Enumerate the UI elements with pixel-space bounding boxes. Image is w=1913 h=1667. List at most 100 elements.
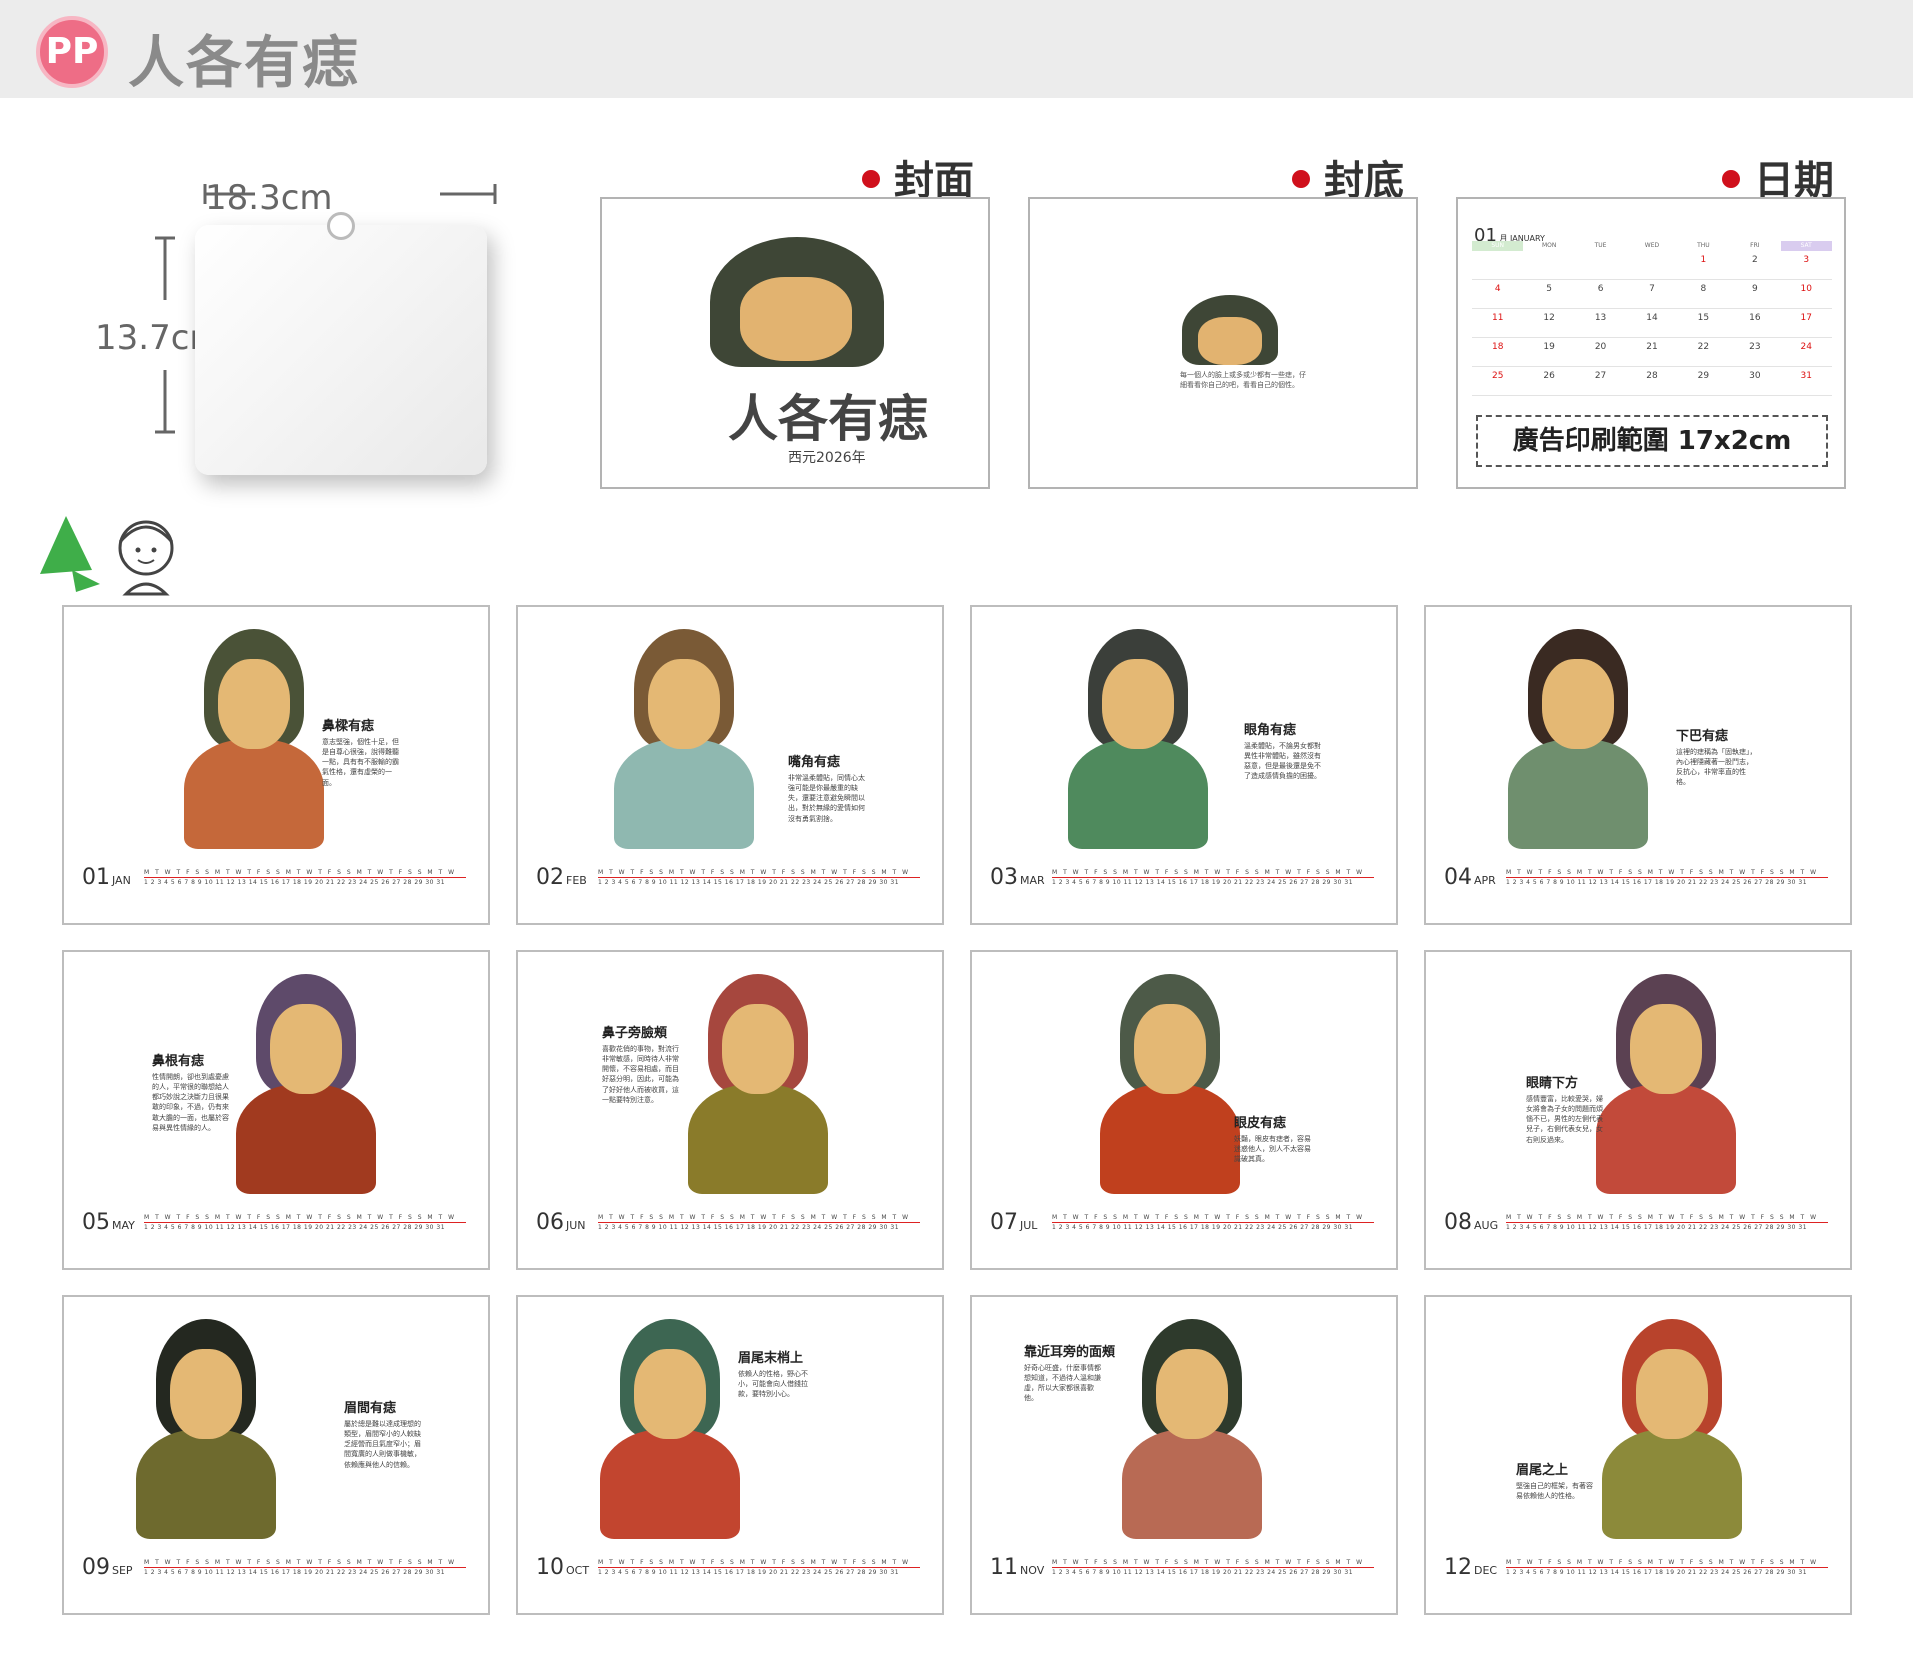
date-strip: M T W T F S S M T W T F S S M T W T F S … <box>1052 1559 1374 1585</box>
day-numbers: 1 2 3 4 5 6 7 8 9 10 11 12 13 14 15 16 1… <box>598 1569 900 1576</box>
mole-title: 眼睛下方 <box>1526 1076 1579 1091</box>
tree-and-girl-doodle-icon <box>40 516 174 596</box>
month-number: 08 AUG <box>1444 1210 1499 1235</box>
red-rule <box>1506 877 1828 878</box>
back-description: 每一個人的臉上或多或少都有一些痣，仔細看看你自己的吧，看看自己的個性。 <box>1180 371 1306 389</box>
mole-description: 溫柔體貼，不論男女都對異性非常體貼，雖然沒有惡意，但是最後還是免不了造成感情負擔… <box>1244 742 1321 781</box>
mole-description: 感情豐富，比較愛哭，婦女將會為子女的問題而煩惱不已，男性的左側代表兒子，右側代表… <box>1526 1095 1603 1144</box>
weekday-letters: M T W T F S S M T W T F S S M T W T F S … <box>598 1214 911 1221</box>
character-body <box>236 1084 376 1194</box>
mole-title: 鼻樑有痣 <box>322 719 375 734</box>
character-body <box>1602 1429 1742 1539</box>
character-face <box>634 1349 706 1439</box>
week-row: 25 26 27 28 29 30 31 <box>1472 367 1832 396</box>
cover-title: 人各有痣 <box>728 389 928 448</box>
mole-description: 屬於總是難以達成理想的類型，眉間窄小的人較缺乏經營而且氣度窄小；眉間寬廣的人則做… <box>344 1420 421 1469</box>
mole-description: 堅強自己的框架，有著容易依賴他人的性格。 <box>1516 1482 1593 1501</box>
weekday-letters: M T W T F S S M T W T F S S M T W T F S … <box>1052 1214 1365 1221</box>
character-face <box>1134 1004 1206 1094</box>
weekday-letters: M T W T F S S M T W T F S S M T W T F S … <box>598 869 911 876</box>
character-face <box>1102 659 1174 749</box>
mole-title: 鼻子旁臉頰 <box>602 1026 668 1041</box>
date-strip: M T W T F S S M T W T F S S M T W T F S … <box>1506 1214 1828 1240</box>
day-numbers: 1 2 3 4 5 6 7 8 9 10 11 12 13 14 15 16 1… <box>1506 879 1808 886</box>
day-numbers: 1 2 3 4 5 6 7 8 9 10 11 12 13 14 15 16 1… <box>144 879 446 886</box>
red-rule <box>1506 1567 1828 1568</box>
cover-preview: 人各有痣 西元2026年 <box>600 197 990 489</box>
month-card-feb: 嘴角有痣非常溫柔體貼，同情心太強可能是你最嚴重的缺失，還要注意避免瞬間以出，對於… <box>516 605 944 925</box>
character-face <box>170 1349 242 1439</box>
weekday-letters: M T W T F S S M T W T F S S M T W T F S … <box>144 1214 457 1221</box>
character-body <box>184 739 324 849</box>
red-dot-icon <box>1292 170 1310 188</box>
date-strip: M T W T F S S M T W T F S S M T W T F S … <box>1506 869 1828 895</box>
mole-title: 靠近耳旁的面頰 <box>1024 1345 1116 1360</box>
red-rule <box>598 1567 920 1568</box>
red-rule <box>598 877 920 878</box>
hanger-hole-icon <box>327 212 355 240</box>
red-rule <box>1052 1222 1374 1223</box>
mole-title: 眉間有痣 <box>344 1401 397 1416</box>
month-number: 06 JUN <box>536 1210 586 1235</box>
header-bar: PP 人各有痣 <box>0 0 1913 98</box>
month-number: 01 JAN <box>82 865 131 890</box>
month-number: 12 DEC <box>1444 1555 1498 1580</box>
date-strip: M T W T F S S M T W T F S S M T W T F S … <box>1052 1214 1374 1240</box>
dates-preview: 01 月 JANUARY SUN MON TUE WED THU FRI SAT… <box>1456 197 1846 489</box>
product-sample: 18.3cm 13.7cm <box>95 170 585 500</box>
mole-title: 下巴有痣 <box>1676 729 1729 744</box>
mole-title: 眉尾末梢上 <box>738 1351 804 1366</box>
mole-title: 嘴角有痣 <box>788 755 841 770</box>
month-number: 09 SEP <box>82 1555 133 1580</box>
week-row: 4 5 6 7 8 9 10 <box>1472 280 1832 309</box>
day-numbers: 1 2 3 4 5 6 7 8 9 10 11 12 13 14 15 16 1… <box>1052 1224 1354 1231</box>
illustrated-character <box>614 629 754 849</box>
month-card-nov: 靠近耳旁的面頰 好奇心旺盛，什麼事情都想知道，不過待人溫和謙虛，所以大家都很喜歡他… <box>970 1295 1398 1615</box>
illustrated-character <box>1596 974 1736 1194</box>
weekday-letters: M T W T F S S M T W T F S S M T W T F S … <box>598 1559 911 1566</box>
mole-description: 意志堅強，個性十足，但是自尊心很強，說得難聽一點，具有有不服輸的霸氣性格，還有虛… <box>322 738 399 787</box>
day-numbers: 1 2 3 4 5 6 7 8 9 10 11 12 13 14 15 16 1… <box>1052 1569 1354 1576</box>
girl-face <box>1198 317 1262 365</box>
weekday-header: SUN MON TUE WED THU FRI SAT <box>1472 241 1832 251</box>
mole-title: 眉尾之上 <box>1516 1463 1569 1478</box>
illustrated-character <box>600 1319 740 1539</box>
illustrated-character <box>688 974 828 1194</box>
illustrated-character <box>1122 1319 1262 1539</box>
date-strip: M T W T F S S M T W T F S S M T W T F S … <box>1052 869 1374 895</box>
mole-description: 這裡的痣稱為「固執痣」，內心裡隱藏著一股鬥志，反抗心，非常率直的性格。 <box>1676 748 1757 787</box>
day-numbers: 1 2 3 4 5 6 7 8 9 10 11 12 13 14 15 16 1… <box>598 1224 900 1231</box>
character-body <box>1068 739 1208 849</box>
mole-description: 依賴人的性格，野心不小，可能會向人借錢拉款，要特別小心。 <box>738 1370 808 1399</box>
calendar-grid: SUN MON TUE WED THU FRI SAT 123 4 5 6 7 8 9 10… <box>1472 241 1832 396</box>
day-numbers: 1 2 3 4 5 6 7 8 9 10 11 12 13 14 15 16 1… <box>144 1224 446 1231</box>
date-strip: M T W T F S S M T W T F S S M T W T F S … <box>598 869 920 895</box>
week-row: 123 <box>1472 251 1832 280</box>
mole-description: 性情開朗，卻也到處憂慮的人，平常很的聯想給人都巧妙說之決斷力且很果敢的印象，不過… <box>152 1073 229 1132</box>
month-card-mar: 眼角有痣溫柔體貼，不論男女都對異性非常體貼，雖然沒有惡意，但是最後還是免不了造成… <box>970 605 1398 925</box>
illustrated-character <box>236 974 376 1194</box>
date-strip: M T W T F S S M T W T F S S M T W T F S … <box>1506 1559 1828 1585</box>
month-number: 07 JUL <box>990 1210 1038 1235</box>
red-dot-icon <box>862 170 880 188</box>
character-body <box>136 1429 276 1539</box>
weekday-letters: M T W T F S S M T W T F S S M T W T F S … <box>144 1559 457 1566</box>
red-dot-icon <box>1722 170 1740 188</box>
week-row: 11 12 13 14 15 16 17 <box>1472 309 1832 338</box>
character-body <box>1122 1429 1262 1539</box>
red-rule <box>598 1222 920 1223</box>
date-strip: M T W T F S S M T W T F S S M T W T F S … <box>144 1559 466 1585</box>
month-card-oct: 眉尾末梢上 依賴人的性格，野心不小，可能會向人借錢拉款，要特別小心。 10 OCT M … <box>516 1295 944 1615</box>
day-numbers: 1 2 3 4 5 6 7 8 9 10 11 12 13 14 15 16 1… <box>598 879 900 886</box>
month-number: 11 NOV <box>990 1555 1045 1580</box>
illustrated-character <box>136 1319 276 1539</box>
month-number: 05 MAY <box>82 1210 135 1235</box>
month-card-jul: 眼皮有痣 妖豔，眼皮有痣者，容易迷惑他人，別人不太容易識破其真。 07 JUL M T … <box>970 950 1398 1270</box>
month-card-jun: 鼻子旁臉頰 喜歡花俏的事物，對流行非常敏感，同時待人非常開懷，不容易相處，而目好惡… <box>516 950 944 1270</box>
character-body <box>600 1429 740 1539</box>
mole-description: 非常溫柔體貼，同情心太強可能是你最嚴重的缺失，還要注意避免瞬間以出，對於無緣的愛… <box>788 774 865 823</box>
page-title: 人各有痣 <box>128 31 360 96</box>
mole-title: 眼角有痣 <box>1244 723 1297 738</box>
character-body <box>614 739 754 849</box>
illustrated-character <box>184 629 324 849</box>
